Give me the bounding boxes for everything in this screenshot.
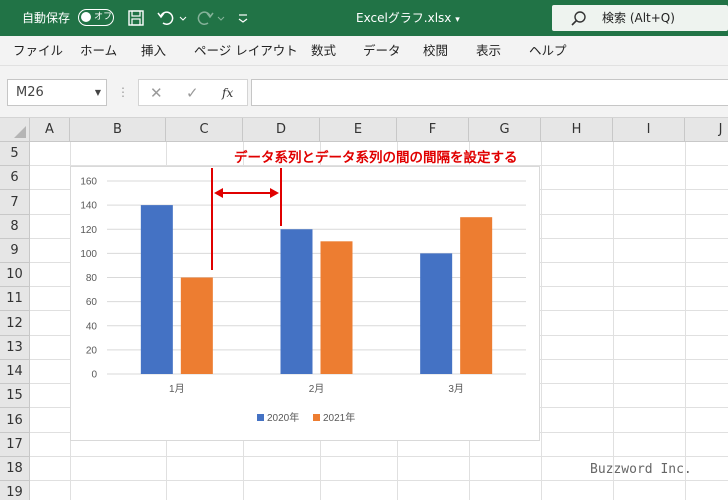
document-title-text: Excelグラフ.xlsx bbox=[356, 11, 452, 25]
row-header-7[interactable]: 7 bbox=[0, 190, 30, 215]
save-icon[interactable] bbox=[126, 8, 146, 28]
toggle-knob bbox=[81, 12, 91, 22]
row-header-5[interactable]: 5 bbox=[0, 142, 30, 166]
legend-label: 2020年 bbox=[267, 411, 299, 424]
column-header-e[interactable]: E bbox=[320, 118, 397, 142]
bar-2021年-3月 bbox=[460, 217, 493, 374]
gridline bbox=[541, 142, 542, 500]
name-box-dropdown-icon[interactable]: ▼ bbox=[95, 80, 101, 106]
autosave-label: 自動保存 bbox=[22, 11, 71, 25]
chart-area[interactable]: 0 20 40 60 80 100 120 140 160 1月 2月 3月 2020年 2021年 bbox=[70, 166, 540, 441]
row-header-15[interactable]: 15 bbox=[0, 384, 30, 408]
watermark: Buzzword Inc. bbox=[590, 462, 692, 477]
row-header-17[interactable]: 17 bbox=[0, 433, 30, 457]
column-header-c[interactable]: C bbox=[166, 118, 243, 142]
name-box[interactable]: M26 ▼ bbox=[7, 79, 107, 106]
row-header-14[interactable]: 14 bbox=[0, 360, 30, 384]
row-header-11[interactable]: 11 bbox=[0, 287, 30, 311]
column-header-f[interactable]: F bbox=[397, 118, 469, 142]
bar-chart: 0 20 40 60 80 100 120 140 160 1月 2月 3月 2020年 2021年 bbox=[80, 177, 526, 424]
column-header-d[interactable]: D bbox=[243, 118, 320, 142]
select-all-corner[interactable] bbox=[0, 118, 30, 142]
row-header-16[interactable]: 16 bbox=[0, 408, 30, 433]
menu-help[interactable]: ヘルプ bbox=[529, 36, 567, 66]
row-header-9[interactable]: 9 bbox=[0, 239, 30, 263]
x-tick-label: 3月 bbox=[448, 383, 464, 395]
column-header-j[interactable]: J bbox=[685, 118, 728, 142]
menu-bar: ファイル ホーム 挿入 ページ レイアウト 数式 データ 校閲 表示 ヘルプ bbox=[0, 36, 728, 66]
insert-function-icon[interactable]: fx bbox=[222, 80, 233, 106]
x-tick-label: 2月 bbox=[309, 383, 325, 395]
y-tick-label: 100 bbox=[80, 249, 97, 260]
search-box[interactable]: 検索 (Alt+Q) bbox=[552, 5, 728, 31]
menu-page-layout[interactable]: ページ レイアウト bbox=[194, 36, 298, 66]
y-tick-label: 120 bbox=[80, 225, 97, 236]
legend-label: 2021年 bbox=[323, 411, 355, 424]
title-bar: 自動保存 オフ Excelグラフ.xlsx ▾ 検索 (Alt+Q) bbox=[0, 0, 728, 36]
gridline bbox=[30, 456, 728, 457]
y-tick-label: 20 bbox=[86, 345, 98, 356]
legend-swatch bbox=[313, 414, 320, 421]
menu-home[interactable]: ホーム bbox=[80, 36, 117, 66]
row-header-12[interactable]: 12 bbox=[0, 311, 30, 336]
menu-file[interactable]: ファイル bbox=[13, 36, 63, 66]
y-tick-label: 160 bbox=[80, 177, 97, 188]
title-caret-icon: ▾ bbox=[455, 15, 460, 25]
redo-icon[interactable] bbox=[195, 8, 215, 28]
menu-review[interactable]: 校閲 bbox=[423, 36, 448, 66]
y-tick-label: 80 bbox=[86, 273, 98, 284]
y-tick-label: 60 bbox=[86, 297, 98, 308]
cancel-icon[interactable]: ✕ bbox=[150, 80, 163, 106]
column-header-g[interactable]: G bbox=[469, 118, 541, 142]
formula-bar: M26 ▼ ⋮ ✕ ✓ fx bbox=[0, 66, 728, 118]
menu-data[interactable]: データ bbox=[363, 36, 401, 66]
x-tick-label: 1月 bbox=[169, 383, 185, 395]
formula-buttons: ✕ ✓ fx bbox=[138, 79, 248, 106]
enter-icon[interactable]: ✓ bbox=[186, 80, 199, 106]
redo-dropdown-icon[interactable] bbox=[216, 8, 226, 28]
autosave-toggle[interactable]: オフ bbox=[78, 9, 114, 26]
formula-input[interactable] bbox=[251, 79, 728, 106]
row-header-18[interactable]: 18 bbox=[0, 457, 30, 481]
legend-swatch bbox=[257, 414, 264, 421]
row-header-19[interactable]: 19 bbox=[0, 481, 30, 500]
document-title[interactable]: Excelグラフ.xlsx ▾ bbox=[356, 0, 460, 36]
undo-dropdown-icon[interactable] bbox=[178, 8, 188, 28]
row-header-8[interactable]: 8 bbox=[0, 215, 30, 239]
bar-2020年-2月 bbox=[280, 229, 313, 374]
gridline bbox=[613, 142, 614, 500]
column-header-h[interactable]: H bbox=[541, 118, 613, 142]
row-header-13[interactable]: 13 bbox=[0, 336, 30, 360]
column-header-b[interactable]: B bbox=[70, 118, 166, 142]
autosave-state: オフ bbox=[94, 12, 113, 22]
row-header-10[interactable]: 10 bbox=[0, 263, 30, 287]
customize-toolbar-icon[interactable] bbox=[236, 8, 250, 28]
menu-formulas[interactable]: 数式 bbox=[311, 36, 336, 66]
y-tick-label: 40 bbox=[86, 321, 98, 332]
gridline bbox=[30, 480, 728, 481]
y-tick-label: 140 bbox=[80, 201, 97, 212]
bar-2020年-1月 bbox=[140, 205, 173, 374]
search-placeholder: 検索 (Alt+Q) bbox=[602, 11, 675, 25]
search-icon bbox=[570, 9, 588, 27]
bar-2021年-1月 bbox=[180, 277, 213, 374]
column-header-a[interactable]: A bbox=[30, 118, 70, 142]
menu-insert[interactable]: 挿入 bbox=[141, 36, 166, 66]
annotation-text: データ系列とデータ系列の間の間隔を設定する bbox=[234, 150, 518, 166]
bar-2020年-3月 bbox=[420, 253, 453, 374]
formula-bar-grip-icon: ⋮ bbox=[117, 85, 129, 99]
menu-view[interactable]: 表示 bbox=[476, 36, 501, 66]
gridline bbox=[685, 142, 686, 500]
y-tick-label: 0 bbox=[91, 370, 97, 381]
row-header-6[interactable]: 6 bbox=[0, 166, 30, 190]
name-box-value: M26 bbox=[16, 85, 44, 100]
column-header-i[interactable]: I bbox=[613, 118, 685, 142]
bar-2021年-2月 bbox=[320, 241, 353, 374]
select-all-icon bbox=[14, 126, 26, 138]
undo-icon[interactable] bbox=[156, 8, 176, 28]
